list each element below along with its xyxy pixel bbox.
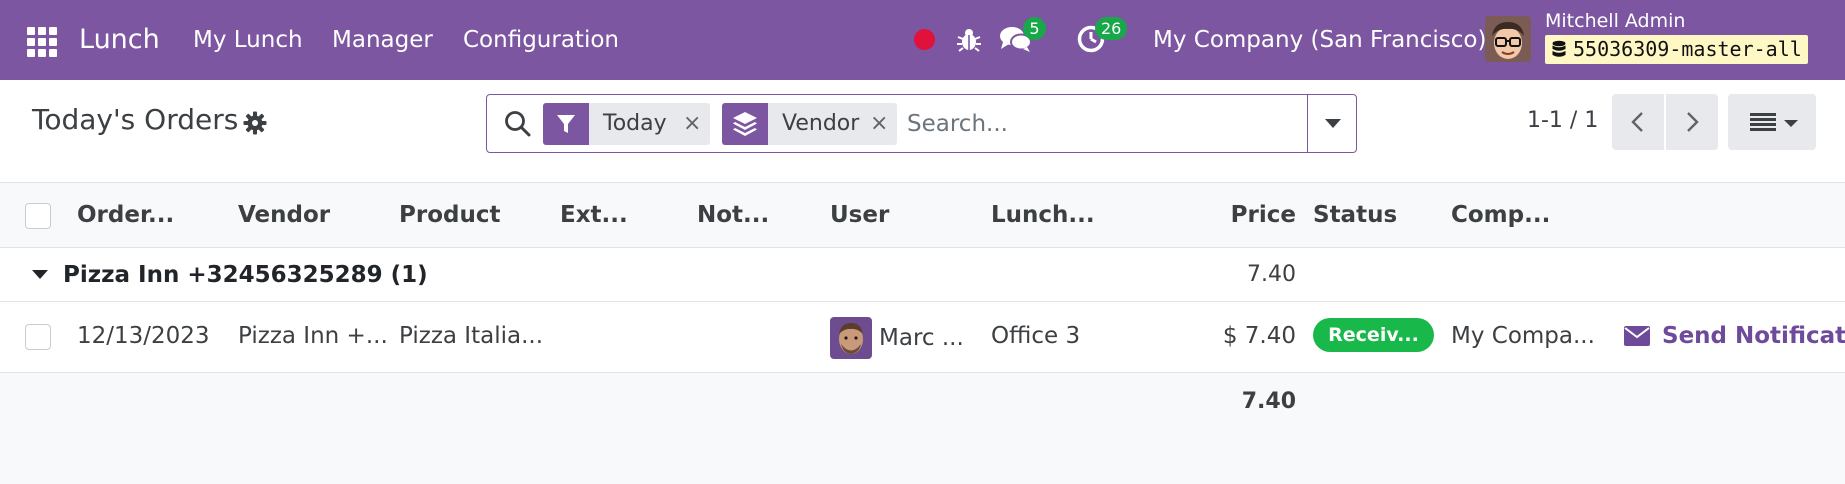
view-switcher-button[interactable] bbox=[1728, 94, 1816, 150]
column-company[interactable]: Comp... bbox=[1451, 183, 1550, 247]
search-input[interactable] bbox=[907, 103, 1287, 145]
cell-company: My Compa... bbox=[1451, 323, 1595, 349]
gear-icon[interactable] bbox=[243, 111, 267, 135]
column-notes[interactable]: Not... bbox=[697, 183, 769, 247]
column-extras[interactable]: Ext... bbox=[560, 183, 628, 247]
caret-down-icon bbox=[1784, 120, 1798, 127]
avatar bbox=[830, 317, 872, 359]
column-status[interactable]: Status bbox=[1313, 183, 1397, 247]
column-product[interactable]: Product bbox=[399, 183, 500, 247]
envelope-icon bbox=[1624, 326, 1650, 346]
cell-price: $ 7.40 bbox=[1222, 323, 1296, 349]
column-vendor[interactable]: Vendor bbox=[238, 183, 330, 247]
list-footer: 7.40 bbox=[0, 373, 1845, 484]
status-badge: Receiv... bbox=[1313, 318, 1434, 352]
activity-count-badge: 26 bbox=[1095, 17, 1128, 40]
page-title: Today's Orders bbox=[32, 103, 239, 136]
select-all-checkbox[interactable] bbox=[25, 203, 51, 229]
group-row[interactable]: Pizza Inn +32456325289 (1) 7.40 bbox=[0, 248, 1845, 302]
column-user[interactable]: User bbox=[830, 183, 889, 247]
search-options-toggle[interactable] bbox=[1307, 94, 1357, 153]
chevron-left-icon bbox=[1631, 112, 1643, 132]
company-switcher[interactable]: My Company (San Francisco) bbox=[1153, 0, 1486, 80]
apps-grid-icon[interactable] bbox=[27, 27, 57, 57]
table-row[interactable]: 12/13/2023 Pizza Inn +... Pizza Italia..… bbox=[0, 302, 1845, 373]
cell-lunch-location: Office 3 bbox=[991, 323, 1081, 349]
group-total: 7.40 bbox=[1247, 262, 1296, 287]
caret-down-icon bbox=[32, 270, 48, 279]
list-view-icon bbox=[1750, 113, 1776, 131]
database-icon bbox=[1552, 40, 1566, 57]
cell-vendor: Pizza Inn +... bbox=[238, 323, 388, 349]
chat-count-badge: 5 bbox=[1023, 17, 1046, 40]
search-bar: Today × Vendor × bbox=[486, 94, 1357, 153]
menu-manager[interactable]: Manager bbox=[332, 0, 433, 80]
search-icon[interactable] bbox=[503, 109, 533, 139]
facet-today: Today × bbox=[543, 103, 710, 145]
column-price[interactable]: Price bbox=[1231, 183, 1296, 247]
top-navbar: Lunch My Lunch Manager Configuration 5 2… bbox=[0, 0, 1845, 80]
menu-my-lunch[interactable]: My Lunch bbox=[193, 0, 303, 80]
cell-product: Pizza Italia... bbox=[399, 323, 544, 349]
caret-down-icon bbox=[1325, 119, 1341, 128]
pager-value[interactable]: 1-1 / 1 bbox=[1527, 108, 1598, 133]
column-order-date[interactable]: Order... bbox=[77, 183, 174, 247]
row-checkbox[interactable] bbox=[25, 324, 51, 350]
filter-icon bbox=[543, 103, 589, 145]
list-header: Order... Vendor Product Ext... Not... Us… bbox=[0, 182, 1845, 248]
facet-label: Today bbox=[603, 111, 667, 136]
column-lunch-location[interactable]: Lunch... bbox=[991, 183, 1095, 247]
pager-previous-button[interactable] bbox=[1612, 94, 1664, 150]
send-notification-button[interactable]: Send Notificatio bbox=[1624, 302, 1845, 371]
app-name[interactable]: Lunch bbox=[79, 0, 160, 80]
cell-user: Marc ... bbox=[879, 325, 964, 351]
chevron-right-icon bbox=[1687, 112, 1699, 132]
footer-total: 7.40 bbox=[1241, 389, 1296, 414]
menu-configuration[interactable]: Configuration bbox=[463, 0, 619, 80]
group-by-layers-icon bbox=[722, 103, 768, 145]
facet-vendor: Vendor × bbox=[722, 103, 897, 145]
bug-icon[interactable] bbox=[955, 25, 983, 53]
cell-order-date: 12/13/2023 bbox=[77, 323, 210, 349]
send-notification-label: Send Notificatio bbox=[1662, 323, 1845, 349]
pager-next-button[interactable] bbox=[1666, 94, 1718, 150]
user-avatar[interactable] bbox=[1485, 16, 1531, 62]
remove-facet-vendor-icon[interactable]: × bbox=[870, 103, 888, 145]
recording-dot-icon[interactable] bbox=[914, 29, 935, 50]
facet-label: Vendor bbox=[782, 111, 860, 136]
user-name[interactable]: Mitchell Admin bbox=[1545, 10, 1685, 32]
group-name: Pizza Inn +32456325289 (1) bbox=[63, 262, 428, 288]
database-badge: 55036309-master-all bbox=[1545, 35, 1808, 64]
remove-facet-today-icon[interactable]: × bbox=[683, 103, 701, 145]
database-name: 55036309-master-all bbox=[1573, 37, 1802, 61]
